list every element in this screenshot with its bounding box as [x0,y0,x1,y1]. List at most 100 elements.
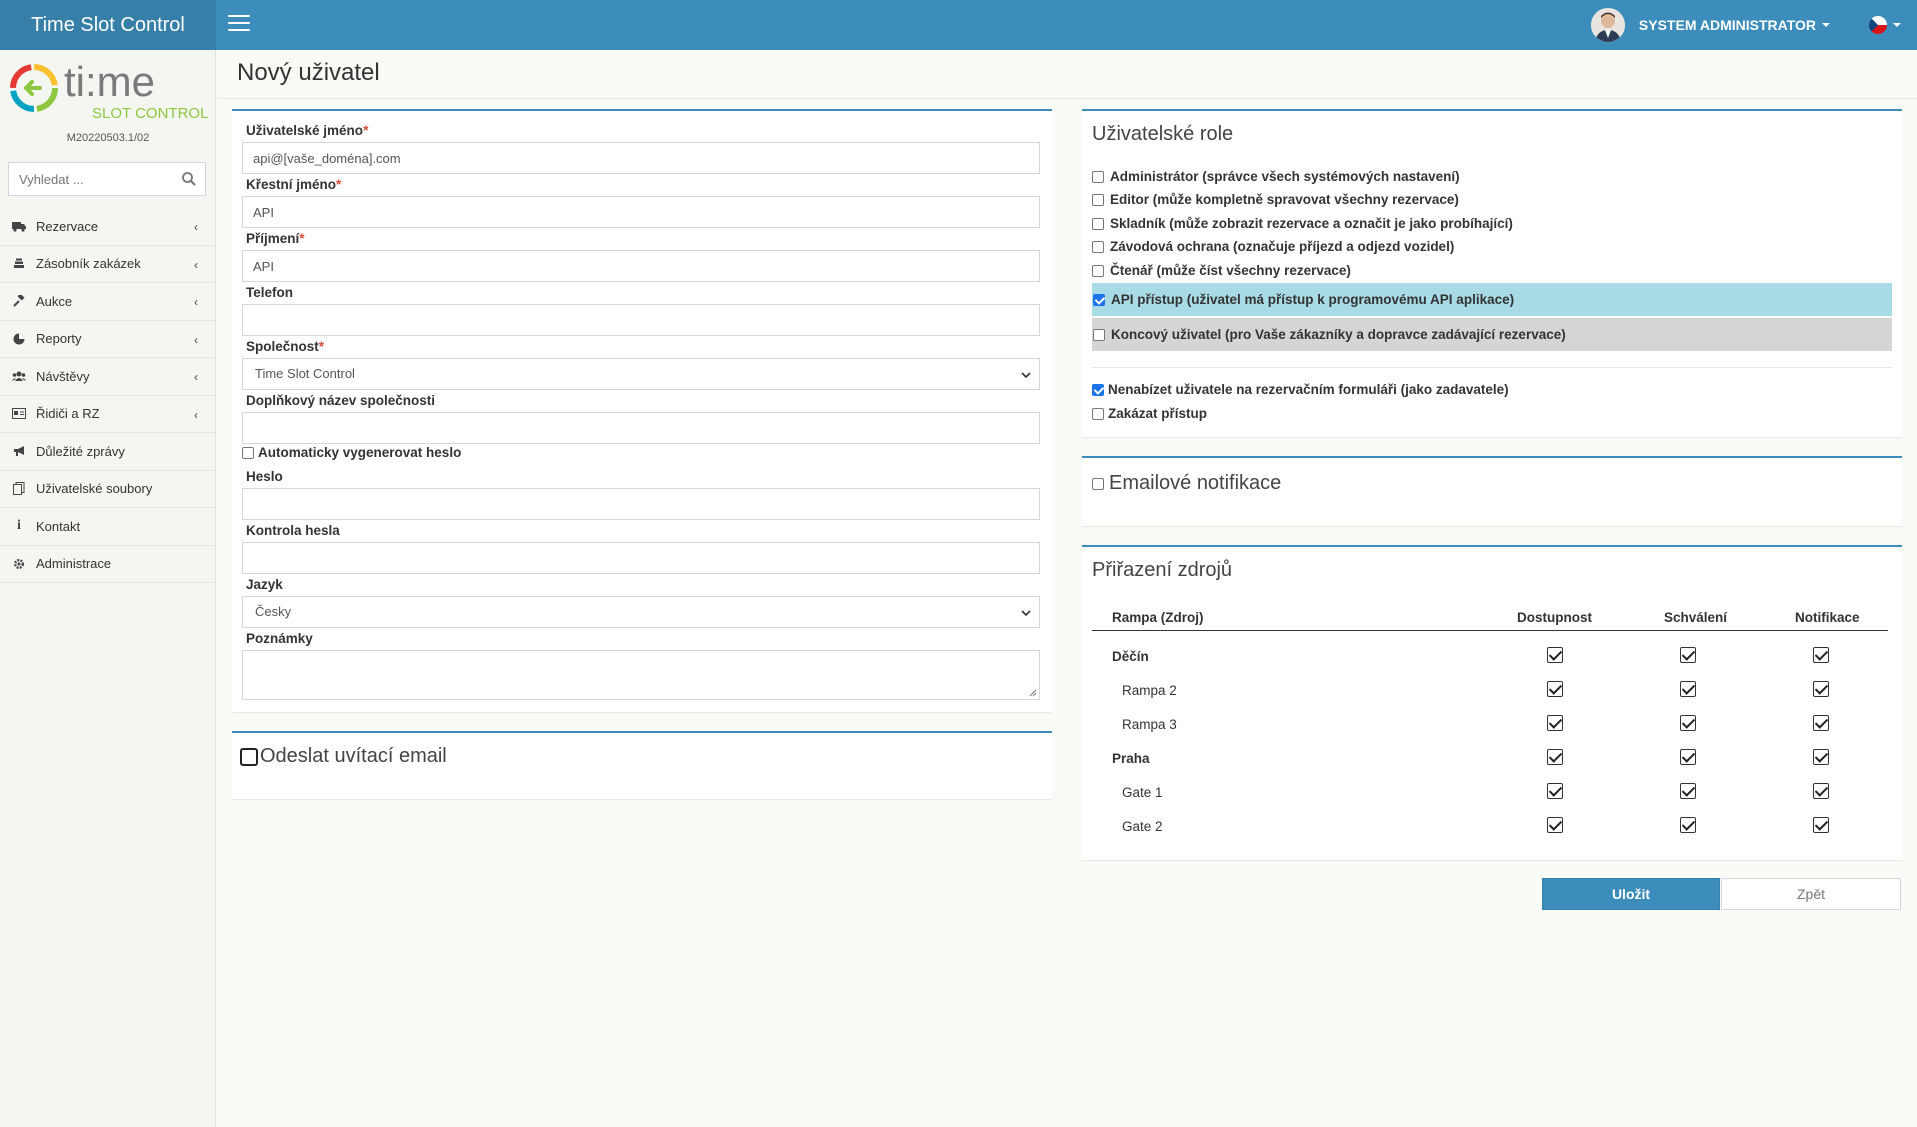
notification-checkbox[interactable] [1813,783,1829,799]
notification-checkbox[interactable] [1813,749,1829,765]
approval-checkbox[interactable] [1680,817,1696,833]
sidebar-item-label: Řidiči a RZ [36,406,100,422]
approval-checkbox[interactable] [1680,783,1696,799]
notification-checkbox[interactable] [1813,715,1829,731]
sidebar-item-zpravy[interactable]: Důležité zprávy [0,433,216,471]
sidebar-item-ridici[interactable]: Řidiči a RZ ‹ [0,396,216,433]
hide-on-reservation-row[interactable]: Nenabízet uživatele na rezervačním formu… [1092,382,1509,397]
email-notifications-checkbox[interactable] [1092,477,1104,490]
resources-panel: Přiřazení zdrojů Rampa (Zdroj) Dostupnos… [1082,545,1902,860]
welcome-email-row[interactable]: Odeslat uvítací email [240,745,447,768]
firstname-input[interactable] [242,196,1040,228]
sidebar-item-soubory[interactable]: Uživatelské soubory [0,471,216,508]
chevron-down-icon [1893,23,1901,27]
availability-checkbox[interactable] [1547,715,1563,731]
notification-checkbox[interactable] [1813,647,1829,663]
block-access-checkbox[interactable] [1092,407,1104,420]
availability-checkbox[interactable] [1547,749,1563,765]
role-checkbox[interactable] [1092,193,1104,206]
email-notifications-row[interactable]: Emailové notifikace [1092,472,1281,495]
password-confirm-input[interactable] [242,542,1040,574]
sidebar-item-reporty[interactable]: Reporty ‹ [0,321,216,358]
sidebar-item-aukce[interactable]: Aukce ‹ [0,283,216,321]
role-checkbox[interactable] [1092,264,1104,277]
menu-toggle-icon[interactable] [228,15,250,35]
company-extra-input[interactable] [242,412,1040,444]
resource-name: Děčín [1112,649,1149,664]
notes-textarea[interactable] [242,650,1040,700]
approval-checkbox[interactable] [1680,749,1696,765]
sidebar-search[interactable] [8,162,206,196]
company-select-value: Time Slot Control [255,366,355,381]
role-api-access[interactable]: API přístup (uživatel má přístup k progr… [1092,283,1892,316]
search-input[interactable] [9,163,169,195]
sidebar-item-label: Reporty [36,331,82,347]
role-security[interactable]: Závodová ochrana (označuje příjezd a odj… [1092,239,1454,254]
logo[interactable]: ti:me SLOT CONTROL [8,58,208,140]
sidebar-item-zasobnik[interactable]: Zásobník zakázek ‹ [0,246,216,283]
table-row: Praha [1092,745,1888,773]
role-end-user[interactable]: Koncový uživatel (pro Vaše zákazníky a d… [1092,318,1892,351]
role-checkbox[interactable] [1092,170,1104,183]
autogen-password-label: Automaticky vygenerovat heslo [258,445,462,460]
table-row: Rampa 2 [1092,677,1888,705]
user-menu[interactable]: SYSTEM ADMINISTRATOR [1590,8,1830,42]
column-header-resource: Rampa (Zdroj) [1112,610,1204,625]
phone-input[interactable] [242,304,1040,336]
role-editor[interactable]: Editor (může kompletně spravovat všechny… [1092,192,1459,207]
chevron-left-icon: ‹ [194,407,198,422]
availability-checkbox[interactable] [1547,817,1563,833]
sidebar-item-navstevy[interactable]: Návštěvy ‹ [0,358,216,396]
save-button[interactable]: Uložit [1542,878,1720,910]
search-icon[interactable] [181,171,197,187]
sidebar: ti:me SLOT CONTROL M20220503.1/02 Rezerv… [0,50,216,1127]
back-button[interactable]: Zpět [1721,878,1901,910]
notification-checkbox[interactable] [1813,817,1829,833]
block-access-row[interactable]: Zakázat přístup [1092,406,1207,421]
role-reader[interactable]: Čtenář (může číst všechny rezervace) [1092,263,1351,278]
availability-checkbox[interactable] [1547,681,1563,697]
sidebar-item-rezervace[interactable]: Rezervace ‹ [0,208,216,246]
welcome-email-checkbox[interactable] [240,747,258,766]
role-checkbox[interactable] [1092,217,1104,230]
autogen-password-checkbox[interactable] [242,446,254,459]
availability-checkbox[interactable] [1547,647,1563,663]
company-select[interactable]: Time Slot Control [242,358,1040,390]
approval-checkbox[interactable] [1680,647,1696,663]
password-input[interactable] [242,488,1040,520]
sidebar-item-kontakt[interactable]: i Kontakt [0,508,216,546]
email-notifications-panel: Emailové notifikace [1082,456,1902,526]
password-label: Heslo [246,469,283,484]
role-label: API přístup (uživatel má přístup k progr… [1111,292,1515,307]
approval-checkbox[interactable] [1680,681,1696,697]
column-header-notification: Notifikace [1795,610,1860,625]
role-label: Koncový uživatel (pro Vaše zákazníky a d… [1111,327,1566,342]
lastname-input[interactable] [242,250,1040,282]
role-label: Administrátor (správce všech systémových… [1110,169,1460,184]
role-checkbox[interactable] [1092,240,1104,253]
notification-checkbox[interactable] [1813,681,1829,697]
role-label: Editor (může kompletně spravovat všechny… [1110,192,1459,207]
app-title[interactable]: Time Slot Control [0,0,216,50]
approval-checkbox[interactable] [1680,715,1696,731]
autogen-password-row[interactable]: Automaticky vygenerovat heslo [242,445,461,460]
role-checkbox[interactable] [1093,328,1105,341]
resize-handle-icon[interactable] [1029,689,1037,697]
firstname-label: Křestní jméno* [246,177,342,192]
username-input[interactable] [242,142,1040,174]
sidebar-item-administrace[interactable]: Administrace [0,546,216,583]
czech-flag-icon [1869,16,1887,34]
stack-icon [12,257,26,271]
resource-name: Gate 2 [1122,819,1163,834]
language-switcher[interactable] [1869,16,1901,34]
role-storekeeper[interactable]: Skladník (může zobrazit rezervace a ozna… [1092,216,1513,231]
lastname-label: Příjmení* [246,231,305,246]
role-administrator[interactable]: Administrátor (správce všech systémových… [1092,169,1460,184]
username-label: Uživatelské jméno* [246,123,369,138]
hide-on-reservation-checkbox[interactable] [1092,383,1104,396]
avatar [1590,8,1625,42]
role-checkbox[interactable] [1093,293,1105,306]
version-label: M20220503.1/02 [66,132,150,144]
language-select[interactable]: Česky [242,596,1040,628]
availability-checkbox[interactable] [1547,783,1563,799]
